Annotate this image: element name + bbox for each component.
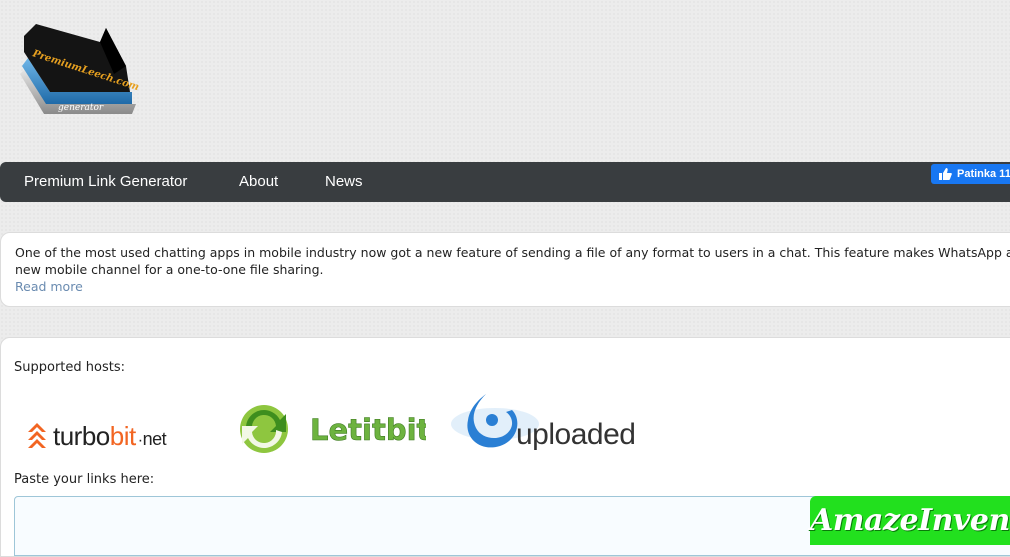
paste-links-label: Paste your links here: [14,472,155,487]
news-box: One of the most used chatting apps in mo… [0,232,1010,307]
uploaded-swirl-icon: uploaded [451,394,636,451]
turbobit-logo: turbobit ·net [26,418,206,452]
uploaded-text: uploaded [516,418,635,451]
letitbit-arrows-icon: Letitbit [240,405,431,453]
turbobit-chevron-icon: turbobit ·net [28,421,167,451]
turbobit-text-net: net [143,429,167,449]
main-navbar: Premium Link Generator About News [0,162,1010,202]
letitbit-text: Letitbit [310,413,426,447]
news-text: One of the most used chatting apps in mo… [15,245,1010,277]
letitbit-logo: Letitbit [236,400,431,458]
nav-item-news[interactable]: News [325,162,363,202]
svg-text:turbobit·net: turbobit ·net [53,421,167,451]
supported-hosts-label: Supported hosts: [14,360,125,375]
uploaded-logo: uploaded [450,390,650,456]
amazeinvent-watermark: AmazeInvent [810,496,1010,545]
logo-text-line2: generator [58,103,104,113]
read-more-link[interactable]: Read more [15,279,83,294]
nav-item-premium-link-generator[interactable]: Premium Link Generator [24,162,187,202]
logo-arrow-graphic: PremiumLeech.com generator [20,24,140,114]
turbobit-text-bit: bit [110,421,137,451]
facebook-like-label: Patinka 11 [957,168,1010,180]
nav-item-about[interactable]: About [239,162,278,202]
site-logo[interactable]: PremiumLeech.com generator [14,18,140,126]
thumbs-up-icon [939,168,952,180]
watermark-text: AmazeInvent [810,503,1010,538]
facebook-like-button[interactable]: Patinka 11 [931,164,1010,184]
turbobit-text-turbo: turbo [53,421,110,451]
